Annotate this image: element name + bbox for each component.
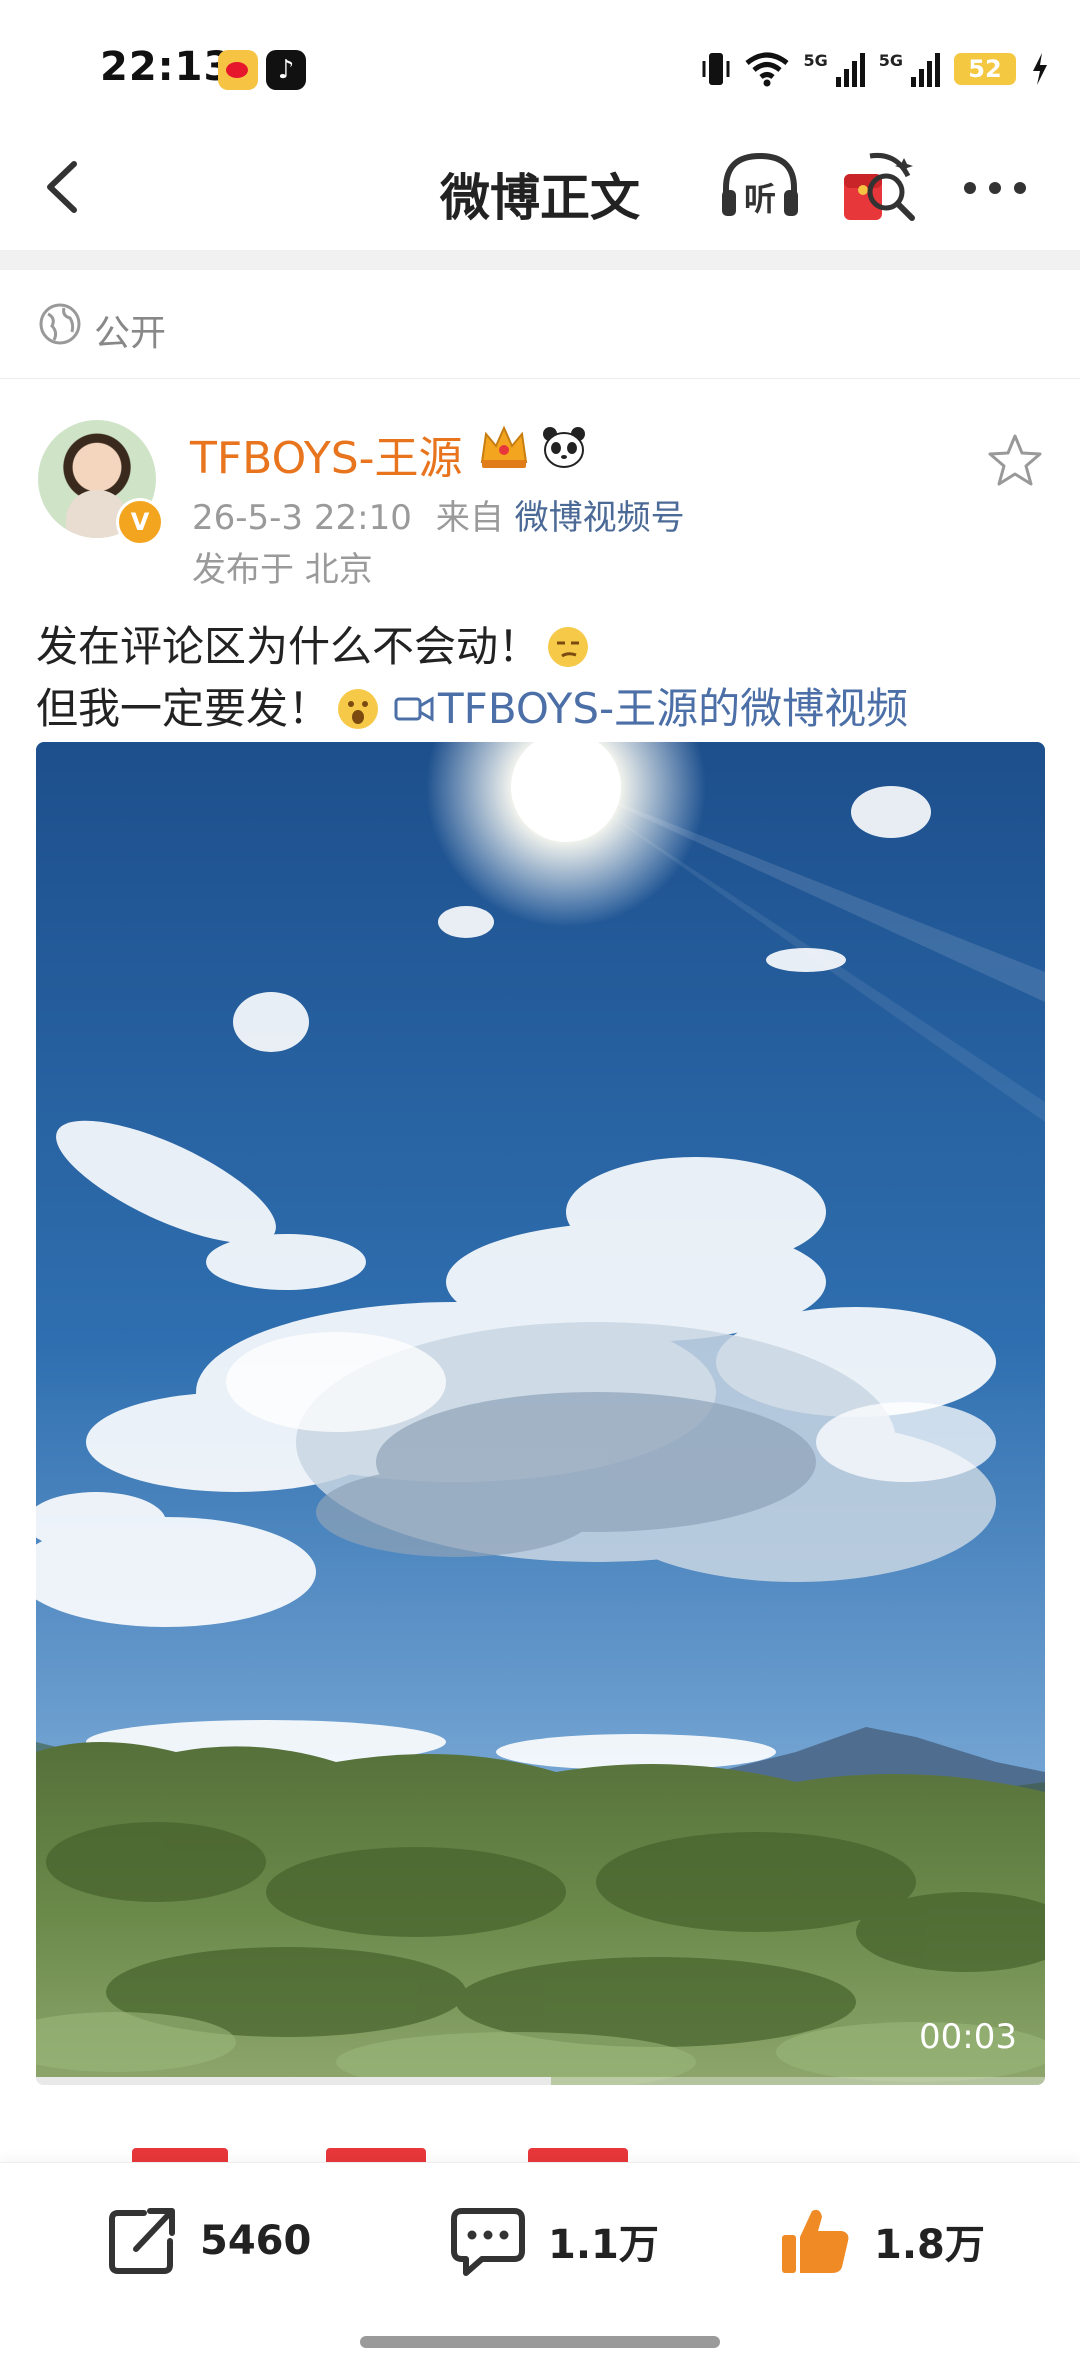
more-options-icon[interactable]	[960, 168, 1030, 208]
panda-badge-icon[interactable]	[540, 424, 588, 470]
video-camera-icon	[394, 696, 434, 722]
listen-label: 听	[744, 180, 776, 218]
battery-indicator: 52	[954, 53, 1016, 85]
red-packet-search-icon[interactable]	[840, 148, 920, 228]
comment-count: 1.1万	[548, 2222, 659, 2268]
status-time: 22:13	[100, 44, 233, 90]
tiktok-notification-icon: ♪	[266, 50, 306, 90]
video-thumbnail	[36, 742, 1045, 2085]
source-link[interactable]: 微博视频号	[515, 498, 685, 538]
post-text: 发在评论区为什么不会动！ 但我一定要发！ TFBOYS-王源的微博视频	[36, 616, 908, 740]
visibility-row: 公开	[0, 270, 1080, 379]
source-prefix: 来自	[435, 498, 504, 538]
globe-icon	[39, 303, 81, 345]
vibrate-icon	[702, 53, 730, 85]
section-divider	[0, 250, 1080, 270]
comment-button[interactable]: 1.1万	[448, 2203, 659, 2279]
verified-badge: V	[116, 498, 164, 546]
post-date: 26-5-3 22:10	[192, 498, 412, 538]
video-player[interactable]: 00:03	[36, 742, 1045, 2085]
like-count: 1.8万	[874, 2222, 985, 2268]
thumbs-up-icon	[782, 2209, 849, 2273]
post-location: 发布于 北京	[192, 550, 373, 590]
thinking-emoji-icon	[548, 627, 589, 667]
favorite-star-icon[interactable]	[986, 432, 1044, 490]
comment-icon	[451, 2208, 525, 2276]
author-name[interactable]: TFBOYS-王源	[190, 422, 463, 486]
video-duration: 00:03	[919, 2017, 1017, 2057]
network-type-label-2: 5G	[878, 50, 903, 70]
post-meta: 26-5-3 22:10 来自 微博视频号	[192, 490, 685, 539]
video-progress-fill	[36, 2077, 551, 2085]
charging-icon	[1033, 53, 1047, 85]
repost-count: 5460	[200, 2218, 312, 2264]
status-bar: 22:13 ♪ 5G 5G 52	[0, 0, 1080, 130]
visibility-label: 公开	[94, 313, 167, 354]
crown-badge-icon[interactable]	[478, 424, 530, 470]
post-line-1: 发在评论区为什么不会动！	[36, 616, 908, 678]
like-button[interactable]: 1.8万	[778, 2203, 985, 2279]
status-icons: 5G 5G 52	[701, 46, 1050, 92]
signal-icon-2	[911, 51, 940, 87]
repost-icon	[109, 2208, 175, 2274]
weibo-notification-icon	[218, 50, 258, 90]
video-link[interactable]: TFBOYS-王源的微博视频	[438, 684, 908, 733]
top-nav-bar: 微博正文 听	[0, 130, 1080, 250]
repost-button[interactable]: 5460	[104, 2203, 311, 2279]
surprised-emoji-icon	[338, 689, 379, 729]
post-line-2: 但我一定要发！ TFBOYS-王源的微博视频	[36, 684, 909, 733]
wifi-icon	[745, 52, 790, 87]
listen-headphones-icon[interactable]: 听	[718, 148, 802, 224]
home-indicator[interactable]	[360, 2336, 720, 2348]
network-type-label: 5G	[803, 50, 828, 70]
signal-icon	[835, 51, 865, 87]
